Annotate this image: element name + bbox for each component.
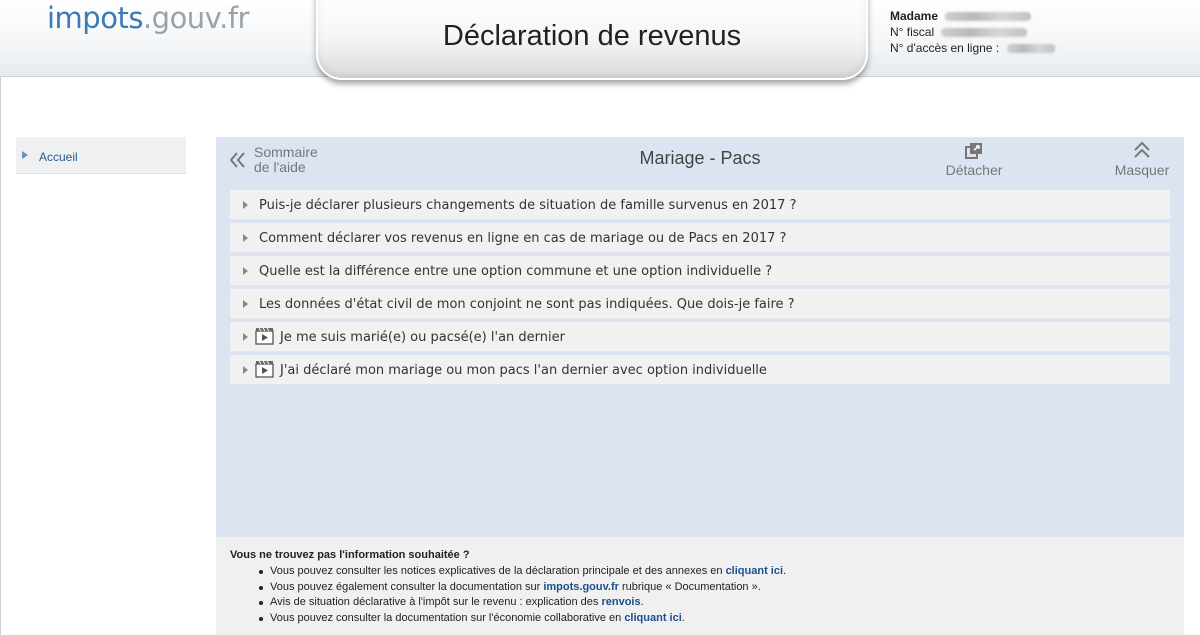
user-info: Madame N° fiscal N° d'accès en ligne : [890, 8, 1055, 56]
user-name-label: Madame [890, 9, 939, 23]
caret-right-icon [243, 267, 248, 275]
redacted-access-number [1006, 44, 1055, 54]
sidebar-item-label: Accueil [39, 150, 78, 164]
detach-label: Détacher [945, 162, 1003, 178]
caret-right-icon [243, 201, 248, 209]
logo-text-domain: .gouv.fr [142, 1, 250, 35]
external-window-icon [965, 142, 983, 162]
faq-list: Puis-je déclarer plusieurs changements d… [230, 190, 1170, 388]
faq-video-item[interactable]: J'ai déclaré mon mariage ou mon pacs l'a… [230, 355, 1170, 385]
help-panel: Sommaire de l'aide Mariage - Pacs Détach… [216, 137, 1184, 537]
double-chevron-up-icon [1133, 141, 1151, 162]
sidebar-item-accueil[interactable]: Accueil [16, 137, 186, 174]
hide-label: Masquer [1114, 162, 1170, 178]
info-list-item: Vous pouvez consulter la documentation s… [256, 611, 786, 627]
info-list-item: Avis de situation déclarative à l'impôt … [256, 595, 786, 611]
access-number-label: N° d'accès en ligne : [890, 41, 1000, 55]
fiscal-number-label: N° fiscal [890, 25, 935, 39]
redacted-fiscal-number [941, 28, 1028, 38]
caret-right-icon [243, 234, 248, 242]
faq-video-item[interactable]: Je me suis marié(e) ou pacsé(e) l'an der… [230, 322, 1170, 352]
help-info-box: Vous ne trouvez pas l'information souhai… [216, 537, 1184, 635]
economie-collaborative-link[interactable]: cliquant ici [624, 612, 681, 624]
page-left-border [0, 77, 1, 635]
caret-right-icon [243, 333, 248, 341]
faq-question: Puis-je déclarer plusieurs changements d… [259, 198, 797, 213]
faq-question: Les données d'état civil de mon conjoint… [259, 297, 795, 312]
faq-question: Quelle est la différence entre une optio… [259, 264, 773, 279]
info-list-item: Vous pouvez consulter les notices explic… [256, 564, 786, 580]
info-heading: Vous ne trouvez pas l'information souhai… [230, 549, 470, 561]
faq-question: Je me suis marié(e) ou pacsé(e) l'an der… [280, 330, 565, 345]
info-text: Vous pouvez consulter la documentation s… [270, 611, 625, 624]
info-text: Vous pouvez consulter les notices explic… [270, 565, 726, 577]
info-text: Vous pouvez également consulter la docum… [270, 580, 544, 593]
faq-question: Comment déclarer vos revenus en ligne en… [259, 231, 787, 246]
faq-item[interactable]: Les données d'état civil de mon conjoint… [230, 289, 1170, 319]
help-panel-title: Mariage - Pacs [639, 148, 761, 168]
info-list: Vous pouvez consulter les notices explic… [256, 564, 786, 626]
faq-item[interactable]: Quelle est la différence entre une optio… [230, 256, 1170, 286]
redacted-user-name [945, 12, 1032, 22]
impots-gouv-link[interactable]: impots.gouv.fr [543, 581, 619, 593]
video-icon [255, 360, 274, 382]
detach-button[interactable]: Détacher [936, 140, 1012, 180]
info-list-item: Vous pouvez également consulter la docum… [256, 580, 786, 596]
info-text: . [681, 611, 685, 624]
hide-button[interactable]: Masquer [1102, 140, 1182, 180]
video-icon [255, 327, 274, 349]
faq-item[interactable]: Puis-je déclarer plusieurs changements d… [230, 190, 1170, 220]
renvois-link[interactable]: renvois [601, 596, 640, 608]
page-title: Déclaration de revenus [442, 20, 742, 52]
info-text: . [640, 596, 644, 608]
faq-item[interactable]: Comment déclarer vos revenus en ligne en… [230, 223, 1170, 253]
logo-text-impots: impots [47, 1, 143, 35]
faq-question: J'ai déclaré mon mariage ou mon pacs l'a… [280, 363, 767, 378]
impots-gouv-logo[interactable]: impots.gouv.fr [47, 1, 249, 35]
caret-right-icon [243, 366, 248, 374]
info-text: . [783, 565, 787, 577]
triangle-right-icon [22, 151, 28, 159]
info-text: Avis de situation déclarative à l'impôt … [270, 596, 602, 608]
caret-right-icon [243, 300, 248, 308]
info-text: rubrique « Documentation ». [618, 580, 761, 593]
notices-link[interactable]: cliquant ici [726, 565, 783, 577]
page-title-tab: Déclaration de revenus [316, 0, 868, 80]
